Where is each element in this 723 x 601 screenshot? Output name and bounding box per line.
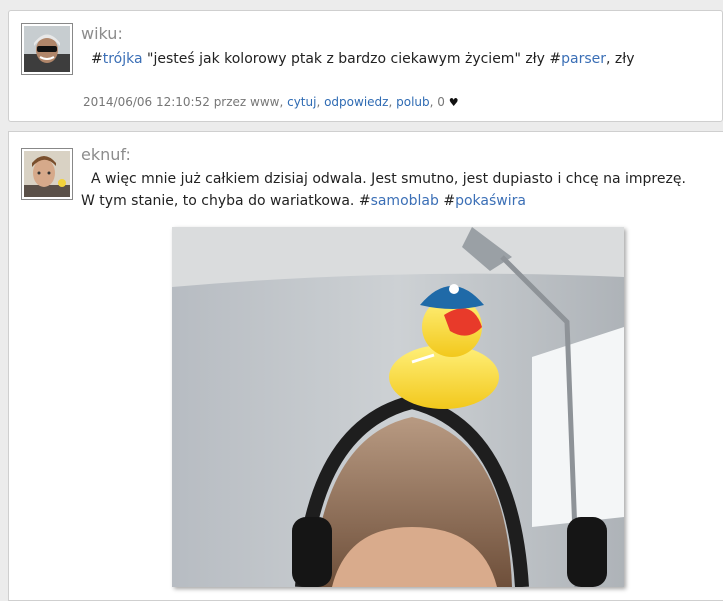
quote-link[interactable]: cytuj — [287, 95, 316, 109]
hashtag-samoblab[interactable]: #samoblab — [359, 193, 439, 209]
reply-link[interactable]: odpowiedz — [324, 95, 388, 109]
post-text: "jesteś jak kolorowy ptak z bardzo cieka… — [142, 51, 550, 67]
timestamp: 2014/06/06 12:10:52 — [83, 95, 210, 109]
avatar-wiku[interactable] — [21, 23, 73, 75]
post-body: #trójka "jesteś jak kolorowy ptak z bard… — [81, 48, 700, 70]
hashtag-parser[interactable]: #parser — [549, 51, 606, 67]
post-wiku: wiku: #trójka "jesteś jak kolorowy ptak … — [8, 10, 723, 122]
hashtag-pokaswira[interactable]: #pokaświra — [443, 193, 526, 209]
post-body: A więc mnie już całkiem dzisiaj odwala. … — [81, 168, 701, 212]
post-photo[interactable] — [172, 227, 624, 587]
post-eknuf: eknuf: A więc mnie już całkiem dzisiaj o… — [8, 131, 723, 601]
avatar-eknuf[interactable] — [21, 148, 73, 200]
like-link[interactable]: polub — [396, 95, 430, 109]
hashtag-trojka[interactable]: #trójka — [91, 51, 143, 67]
author-name[interactable]: wiku: — [81, 24, 123, 43]
post-meta: 2014/06/06 12:10:52 przez www, cytuj, od… — [83, 95, 459, 109]
post-text: , zły — [606, 51, 635, 67]
author-name[interactable]: eknuf: — [81, 145, 131, 164]
likes-count: 0 — [437, 95, 445, 109]
heart-icon: ♥ — [448, 96, 459, 109]
